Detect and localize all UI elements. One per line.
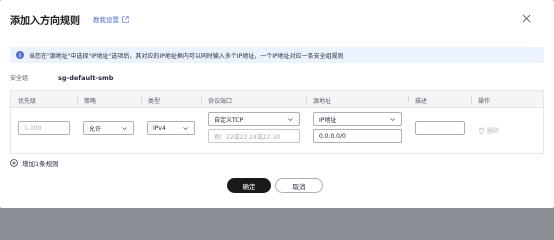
chevron-down-icon [122, 127, 127, 131]
notice-text: 当您在"源地址"中选择"IP地址"选项后，其对应的IP地址框内可以同时输入多个I… [29, 52, 344, 60]
add-inbound-rule-dialog: 添加入方向规则 教我设置 当您在"源地址"中选择"IP地址"选项后，其对应的IP… [0, 0, 554, 208]
help-link[interactable]: 教我设置 [93, 14, 129, 24]
description-input[interactable] [415, 121, 465, 135]
column-separator [141, 96, 142, 103]
source-type-value: IP地址 [319, 116, 337, 124]
source-type-select[interactable]: IP地址 [313, 112, 402, 126]
type-value: IPv4 [153, 124, 166, 132]
column-separator [408, 96, 409, 103]
column-header-type: 类型 [148, 98, 161, 105]
dialog-header: 添加入方向规则 教我设置 [10, 12, 129, 27]
chevron-down-icon [288, 118, 293, 122]
security-group-row: 安全组 sg-default-smb [10, 73, 114, 83]
column-separator [306, 96, 307, 103]
column-header-protocol-port: 协议端口 [208, 98, 233, 105]
chevron-down-icon [390, 118, 395, 122]
policy-select[interactable]: 允许 [83, 121, 134, 135]
column-separator [201, 96, 202, 103]
add-rule-label: 增加1条规则 [22, 160, 59, 168]
policy-value: 允许 [89, 125, 102, 133]
column-header-priority: 优先级 [18, 98, 37, 105]
security-group-value: sg-default-smb [58, 73, 114, 82]
info-notice: 当您在"源地址"中选择"IP地址"选项后，其对应的IP地址框内可以同时输入多个I… [10, 47, 544, 63]
delete-rule-button[interactable]: 删除 [478, 126, 499, 135]
source-address-input[interactable]: 0.0.0.0/0 [313, 129, 402, 143]
column-header-operation: 操作 [478, 98, 491, 105]
table-header: 优先级 策略 类型 协议端口 源地址 描述 操作 [11, 91, 543, 108]
trash-icon [479, 127, 484, 134]
external-link-icon [122, 15, 129, 23]
confirm-button[interactable]: 确定 [227, 178, 271, 193]
port-input[interactable]: 例：22或22,24或22-30 [208, 129, 300, 143]
cancel-button[interactable]: 取消 [275, 178, 323, 193]
column-separator [77, 96, 78, 103]
add-rule-button[interactable]: 增加1条规则 [10, 158, 59, 168]
priority-input[interactable]: 1-100 [18, 121, 70, 135]
protocol-value: 自定义TCP [214, 116, 244, 124]
security-group-label: 安全组 [10, 75, 29, 82]
column-header-policy: 策略 [84, 98, 97, 105]
delete-rule-label: 删除 [487, 128, 500, 135]
column-header-source: 源地址 [313, 98, 332, 105]
column-header-description: 描述 [415, 98, 428, 105]
rules-table: 优先级 策略 类型 协议端口 源地址 描述 操作 1-100 允许 IPv4 自… [10, 90, 544, 154]
type-select[interactable]: IPv4 [147, 121, 195, 135]
plus-circle-icon [10, 159, 18, 167]
close-icon[interactable] [522, 14, 531, 23]
info-icon [16, 51, 24, 59]
chevron-down-icon [183, 127, 188, 131]
protocol-select[interactable]: 自定义TCP [208, 112, 300, 126]
help-link-label: 教我设置 [93, 16, 119, 24]
column-separator [471, 96, 472, 103]
dialog-title: 添加入方向规则 [10, 15, 80, 27]
